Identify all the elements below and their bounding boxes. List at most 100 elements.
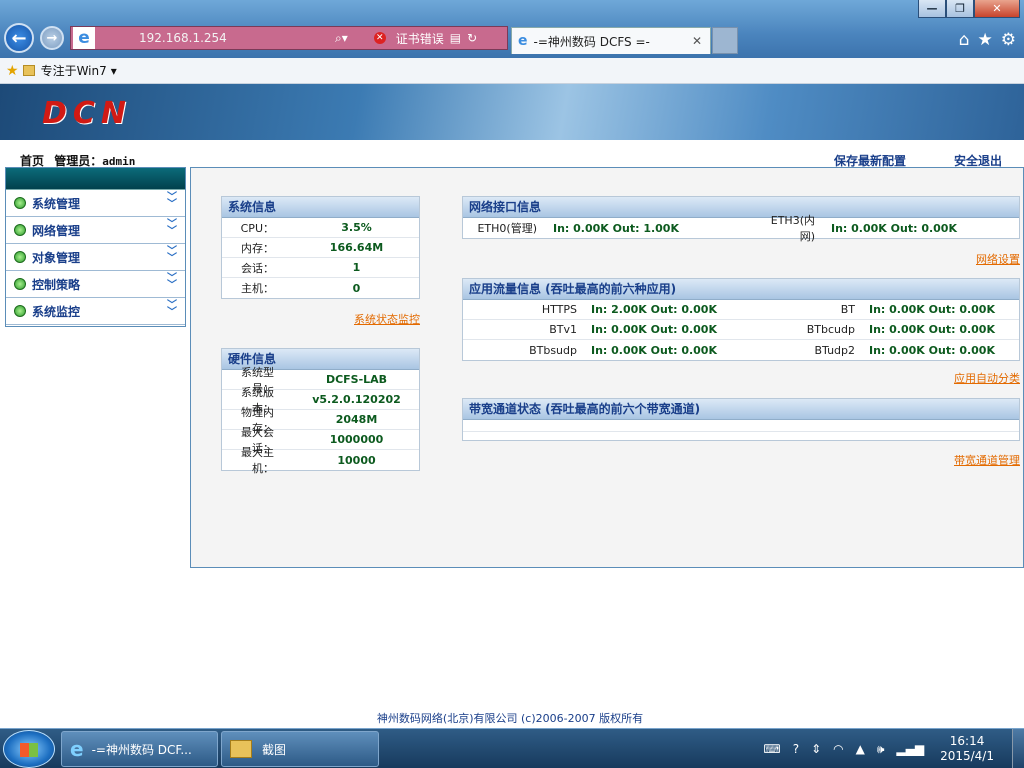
row-value: 166.64M — [329, 241, 384, 254]
sidebar-item-object-management[interactable]: 对象管理 ﹀ ﹀ — [6, 244, 185, 271]
sidebar-item-label: 系统管理 — [32, 196, 81, 211]
gear-icon[interactable]: ⚙ — [1001, 30, 1016, 50]
arrow-left-icon: ← — [11, 27, 27, 49]
home-icon[interactable]: ⌂ — [959, 30, 970, 50]
bandwidth-manage-link[interactable]: 带宽通道管理 — [954, 452, 1020, 468]
address-bar[interactable]: e 192.168.1.254 ⌕▾ ✕ 证书错误 ▤ ↻ — [70, 26, 508, 50]
clock-time: 16:14 — [949, 734, 985, 748]
keyboard-icon[interactable]: ⌨ — [763, 742, 780, 756]
sidebar-item-label: 控制策略 — [32, 277, 81, 292]
app-traffic: In: 2.00K Out: 0.00K — [591, 303, 717, 316]
clock-date: 2015/4/1 — [940, 749, 994, 763]
add-favorite-icon[interactable]: ★ — [6, 63, 19, 79]
sidebar-item-label: 系统监控 — [32, 304, 81, 319]
clock[interactable]: 16:14 2015/4/1 — [940, 734, 994, 764]
chevron-down-icon[interactable]: ﹀ ﹀ — [167, 274, 177, 291]
row-value: DCFS-LAB — [325, 373, 388, 386]
table-row — [463, 420, 1019, 432]
back-button[interactable]: ← — [4, 23, 34, 53]
window-controls: — ❐ ✕ — [918, 0, 1020, 18]
expand-tray-icon[interactable]: ⇕ — [811, 742, 821, 756]
system-tray: ⌨ ? ⇕ ◠ ▲ 🕪 ▂▄▆ 16:14 2015/4/1 — [757, 729, 1024, 768]
taskbar-item-ie[interactable]: e -=神州数码 DCF... — [61, 731, 218, 767]
app-traffic: In: 0.00K Out: 0.00K — [591, 323, 717, 336]
restore-button[interactable]: ❐ — [946, 0, 974, 18]
taskbar: e -=神州数码 DCF... 截图 ⌨ ? ⇕ ◠ ▲ 🕪 ▂▄▆ 16:14… — [0, 728, 1024, 768]
refresh-icon[interactable]: ↻ — [467, 31, 477, 45]
favorites-item[interactable]: 专注于Win7 — [41, 62, 107, 79]
bullet-icon — [14, 305, 26, 317]
table-row: 最大主机： 10000 — [222, 446, 419, 475]
app-traffic: In: 0.00K Out: 0.00K — [591, 343, 717, 357]
show-desktop-button[interactable] — [1012, 729, 1024, 768]
network-interface-title: 网络接口信息 — [463, 197, 1019, 218]
system-info-title: 系统信息 — [222, 197, 419, 218]
row-key: 内存： — [241, 241, 274, 255]
app-traffic-title: 应用流量信息 (吞吐最高的前六种应用) — [463, 279, 1019, 300]
chevron-down-icon[interactable]: ﹀ ﹀ — [167, 220, 177, 237]
chevron-down-icon[interactable]: ﹀ ﹀ — [167, 193, 177, 210]
hardware-info-box: 硬件信息 系统型号： DCFS-LAB 系统版本： v5.2.0.120202 物理… — [221, 348, 420, 475]
network-settings-link[interactable]: 网络设置 — [976, 251, 1020, 267]
new-tab-button[interactable] — [712, 27, 738, 54]
app-name: BTv1 — [549, 323, 577, 336]
interface-name: ETH3(内网) — [770, 214, 815, 243]
compat-view-icon[interactable]: ▤ — [450, 31, 461, 45]
bandwidth-title: 带宽通道状态 (吞吐最高的前六个带宽通道) — [463, 399, 1019, 420]
bullet-icon — [14, 278, 26, 290]
table-row: 主机： 0 — [222, 278, 419, 298]
close-button[interactable]: ✕ — [974, 0, 1020, 18]
chevron-down-icon[interactable]: ▾ — [111, 64, 117, 78]
tab-active[interactable]: e -=神州数码 DCFS =- ✕ — [511, 27, 711, 54]
table-row: CPU： 3.5% — [222, 218, 419, 238]
help-icon[interactable]: ? — [793, 742, 799, 756]
network-interface-box: 网络接口信息 ETH0(管理) In: 0.00K Out: 1.00K ETH… — [462, 196, 1020, 243]
app-traffic: In: 0.00K Out: 0.00K — [869, 323, 995, 336]
signal-icon[interactable]: ▂▄▆ — [896, 742, 924, 756]
browser-toolbar: — ❐ ✕ ← → e 192.168.1.254 ⌕▾ ✕ 证书错误 ▤ ↻ … — [0, 0, 1024, 58]
folder-icon — [22, 65, 35, 76]
ie-icon: e — [70, 737, 84, 761]
interface-traffic: In: 0.00K Out: 0.00K — [831, 221, 957, 235]
sidebar-item-system-management[interactable]: 系统管理 ﹀ ﹀ — [6, 190, 185, 217]
chevron-up-icon[interactable]: ▲ — [856, 742, 865, 756]
forward-button[interactable]: → — [40, 26, 64, 50]
ie-icon: e — [73, 27, 95, 49]
row-key: CPU： — [240, 221, 274, 235]
volume-icon[interactable]: 🕪 — [877, 742, 885, 757]
home-link[interactable]: 首页 — [20, 154, 44, 168]
app-auto-classify-link[interactable]: 应用自动分类 — [954, 370, 1020, 386]
ie-icon: e — [518, 33, 528, 49]
row-value: 2048M — [335, 413, 378, 426]
taskbar-item-folder[interactable]: 截图 — [221, 731, 379, 767]
row-key: 会话： — [241, 261, 274, 275]
table-row: BTv1 In: 0.00K Out: 0.00K BTbcudp In: 0.… — [463, 320, 1019, 340]
cert-error-label[interactable]: 证书错误 — [396, 30, 444, 47]
table-row: BTbsudp In: 0.00K Out: 0.00K BTudp2 In: … — [463, 340, 1019, 360]
sidebar-item-system-monitor[interactable]: 系统监控 ﹀ ﹀ — [6, 298, 185, 325]
tab-close-icon[interactable]: ✕ — [692, 34, 702, 48]
address-input[interactable]: 192.168.1.254 — [139, 31, 329, 45]
page-banner: DCN — [0, 84, 1024, 140]
minimize-button[interactable]: — — [918, 0, 946, 18]
table-row: 内存： 166.64M — [222, 238, 419, 258]
search-icon[interactable]: ⌕▾ — [335, 31, 348, 46]
table-row: ETH0(管理) In: 0.00K Out: 1.00K ETH3(内网) I… — [463, 214, 1019, 243]
row-value: 1000000 — [329, 433, 384, 446]
sidebar-item-network-management[interactable]: 网络管理 ﹀ ﹀ — [6, 217, 185, 244]
dcn-logo: DCN — [42, 96, 133, 131]
row-key: 主机： — [241, 282, 274, 295]
top-info-bar: 首页 管理员：admin 保存最新配置 安全退出 — [0, 140, 1024, 168]
chevron-down-icon[interactable]: ﹀ ﹀ — [167, 301, 177, 318]
favorites-star-icon[interactable]: ★ — [978, 30, 993, 50]
start-button[interactable] — [3, 730, 55, 768]
sidebar-item-control-policy[interactable]: 控制策略 ﹀ ﹀ — [6, 271, 185, 298]
interface-traffic: In: 0.00K Out: 1.00K — [553, 221, 679, 235]
wifi-icon[interactable]: ◠ — [833, 742, 843, 756]
app-traffic: In: 0.00K Out: 0.00K — [869, 303, 995, 316]
system-monitor-link[interactable]: 系统状态监控 — [354, 311, 420, 327]
chevron-down-icon[interactable]: ﹀ ﹀ — [167, 247, 177, 264]
windows-logo-icon — [20, 743, 38, 757]
bandwidth-box: 带宽通道状态 (吞吐最高的前六个带宽通道) — [462, 398, 1020, 441]
interface-name: ETH0(管理) — [477, 222, 537, 235]
